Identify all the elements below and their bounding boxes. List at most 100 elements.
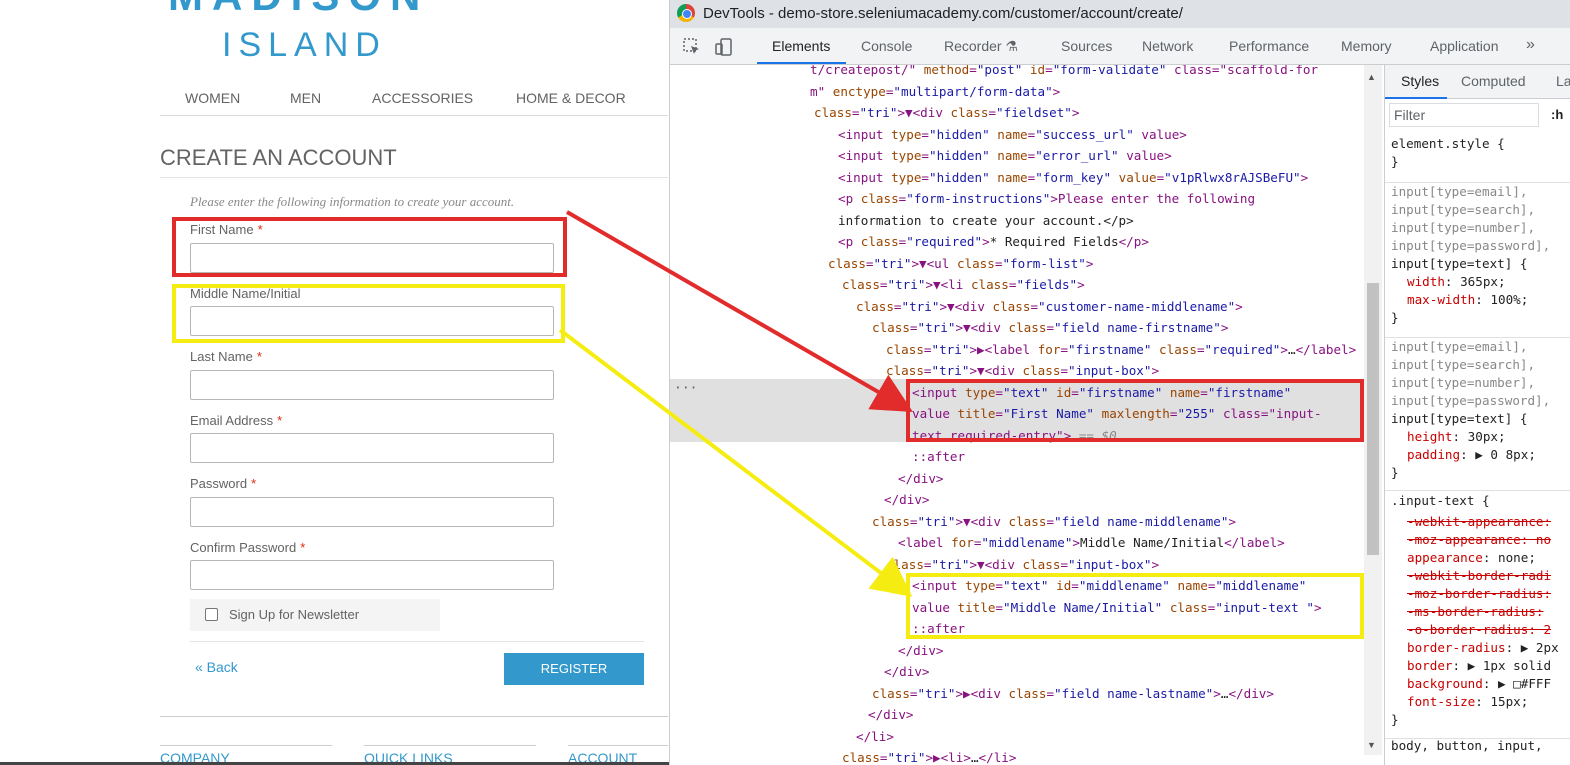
css-line[interactable]: input[type=text] { (1391, 255, 1527, 273)
css-line[interactable]: -webkit-appearance: (1407, 513, 1551, 531)
dom-line[interactable]: class="tri">▼<div class="input-box"> (886, 360, 1159, 381)
tab-performance[interactable]: Performance (1229, 38, 1309, 54)
dom-line[interactable]: class="tri">▼<div class="field name-midd… (872, 511, 1236, 532)
dom-line[interactable]: class="tri">▼<div class="input-box"> (886, 554, 1159, 575)
tab-computed[interactable]: Computed (1461, 73, 1526, 89)
css-line[interactable]: input[type=search], (1391, 356, 1535, 374)
tab-console[interactable]: Console (861, 38, 912, 54)
styles-filter-input[interactable] (1390, 104, 1536, 126)
css-line[interactable]: .input-text { (1391, 492, 1490, 510)
css-line[interactable]: height: 30px; (1407, 428, 1506, 446)
css-line[interactable]: font-size: 15px; (1407, 693, 1528, 711)
css-line[interactable]: } (1391, 711, 1399, 729)
device-toolbar-icon[interactable] (714, 37, 734, 57)
dom-line[interactable]: <input type="hidden" name="form_key" val… (838, 167, 1308, 188)
dom-line[interactable]: class="tri">▶<label for="firstname" clas… (886, 339, 1356, 360)
css-line[interactable]: } (1391, 153, 1399, 171)
dom-line[interactable]: m" enctype="multipart/form-data"> (810, 81, 1060, 102)
css-line[interactable]: body, button, input, (1391, 737, 1543, 755)
email-label: Email Address * (190, 413, 282, 428)
hover-state-toggle[interactable]: :h (1551, 107, 1563, 122)
css-line[interactable]: input[type=number], (1391, 374, 1535, 392)
dom-line[interactable]: information to create your account.</p> (838, 210, 1134, 231)
dom-line[interactable]: <p class="form-instructions">Please ente… (838, 188, 1255, 209)
styles-filter[interactable] (1389, 103, 1539, 127)
tab-recorder[interactable]: Recorder ⚗ (944, 38, 1018, 55)
nav-item-home-decor[interactable]: HOME & DECOR (516, 90, 626, 106)
register-button[interactable]: REGISTER (504, 653, 644, 685)
css-line[interactable]: input[type=search], (1391, 201, 1535, 219)
nav-item-men[interactable]: MEN (290, 90, 321, 106)
dom-line[interactable]: class="tri">▼<div class="field name-firs… (872, 317, 1228, 338)
dom-line[interactable]: </li> (856, 726, 894, 747)
dom-line[interactable]: <input type="hidden" name="success_url" … (838, 124, 1187, 145)
css-line[interactable]: input[type=email], (1391, 338, 1527, 356)
scroll-up-icon[interactable]: ▲ (1367, 72, 1376, 82)
tab-layout[interactable]: La (1556, 73, 1570, 89)
confirm-password-input[interactable] (190, 560, 554, 590)
dom-line[interactable]: <p class="required">* Required Fields</p… (838, 231, 1149, 252)
dom-line[interactable]: class="tri">▼<div class="fieldset"> (814, 102, 1079, 123)
css-line[interactable]: -ms-border-radius: (1407, 603, 1543, 621)
dom-line[interactable]: <label for="middlename">Middle Name/Init… (898, 532, 1285, 553)
tab-elements[interactable]: Elements (772, 38, 830, 54)
css-line[interactable]: input[type=number], (1391, 219, 1535, 237)
divider (190, 641, 644, 642)
dom-line[interactable]: class="tri">▶<li>…</li> (842, 747, 1016, 765)
css-line[interactable]: max-width: 100%; (1407, 291, 1528, 309)
scroll-down-icon[interactable]: ▼ (1367, 740, 1376, 750)
inspect-element-icon[interactable] (682, 37, 702, 57)
dom-line[interactable]: </div> (884, 489, 930, 510)
dom-line[interactable]: </div> (868, 704, 914, 725)
css-line[interactable]: -webkit-border-radi (1407, 567, 1551, 585)
store-logo-subtitle[interactable]: ISLAND (222, 26, 387, 65)
css-line[interactable]: input[type=password], (1391, 392, 1550, 410)
css-line[interactable]: padding: ▶ 0 8px; (1407, 446, 1536, 464)
css-line[interactable]: input[type=password], (1391, 237, 1550, 255)
css-line[interactable]: } (1391, 464, 1399, 482)
email-input[interactable] (190, 433, 554, 463)
css-line[interactable]: input[type=text] { (1391, 410, 1527, 428)
elements-scrollbar-thumb[interactable] (1367, 283, 1379, 555)
back-link[interactable]: « Back (195, 659, 238, 675)
dom-line[interactable]: class="tri">▼<ul class="form-list"> (828, 253, 1093, 274)
css-line[interactable]: appearance: none; (1407, 549, 1536, 567)
tab-memory[interactable]: Memory (1341, 38, 1392, 54)
css-line[interactable]: element.style { (1391, 135, 1505, 153)
active-tab-indicator (757, 62, 846, 64)
css-line[interactable]: background: ▶ □#FFF (1407, 675, 1551, 693)
css-line[interactable]: border: ▶ 1px solid (1407, 657, 1551, 675)
dom-line[interactable]: class="tri">▶<div class="field name-last… (872, 683, 1274, 704)
newsletter-checkbox[interactable] (205, 608, 218, 621)
flask-icon: ⚗ (1005, 38, 1019, 54)
password-input[interactable] (190, 497, 554, 527)
css-line[interactable]: -moz-appearance: no (1407, 531, 1551, 549)
dom-line[interactable]: class="tri">▼<li class="fields"> (842, 274, 1085, 295)
dom-line[interactable]: t/createpost/" method="post" id="form-va… (810, 65, 1318, 80)
nav-item-women[interactable]: WOMEN (185, 90, 240, 106)
css-line[interactable]: -o-border-radius: 2 (1407, 621, 1551, 639)
newsletter-label[interactable]: Sign Up for Newsletter (229, 607, 359, 622)
dom-line[interactable]: ::after (912, 446, 965, 467)
css-line[interactable]: width: 365px; (1407, 273, 1506, 291)
more-tabs-icon[interactable]: » (1526, 36, 1535, 54)
dom-line[interactable]: <input type="hidden" name="error_url" va… (838, 145, 1172, 166)
node-actions-icon[interactable]: ··· (674, 381, 697, 396)
dom-line[interactable]: </div> (898, 468, 944, 489)
tab-application[interactable]: Application (1430, 38, 1499, 54)
devtools-window: DevTools - demo-store.seleniumacademy.co… (669, 0, 1570, 765)
tab-sources[interactable]: Sources (1061, 38, 1112, 54)
tab-styles[interactable]: Styles (1401, 73, 1439, 89)
nav-item-accessories[interactable]: ACCESSORIES (372, 90, 473, 106)
css-line[interactable]: } (1391, 309, 1399, 327)
css-line[interactable]: input[type=email], (1391, 183, 1527, 201)
dom-line[interactable]: class="tri">▼<div class="customer-name-m… (856, 296, 1243, 317)
css-line[interactable]: border-radius: ▶ 2px (1407, 639, 1559, 657)
tab-network[interactable]: Network (1142, 38, 1193, 54)
store-page: MADISON ISLAND WOMEN MEN ACCESSORIES HOM… (0, 0, 669, 765)
css-line[interactable]: -moz-border-radius: (1407, 585, 1551, 603)
dom-line[interactable]: </div> (884, 661, 930, 682)
dom-line[interactable]: </div> (898, 640, 944, 661)
store-logo[interactable]: MADISON (168, 0, 429, 14)
last-name-input[interactable] (190, 370, 554, 400)
